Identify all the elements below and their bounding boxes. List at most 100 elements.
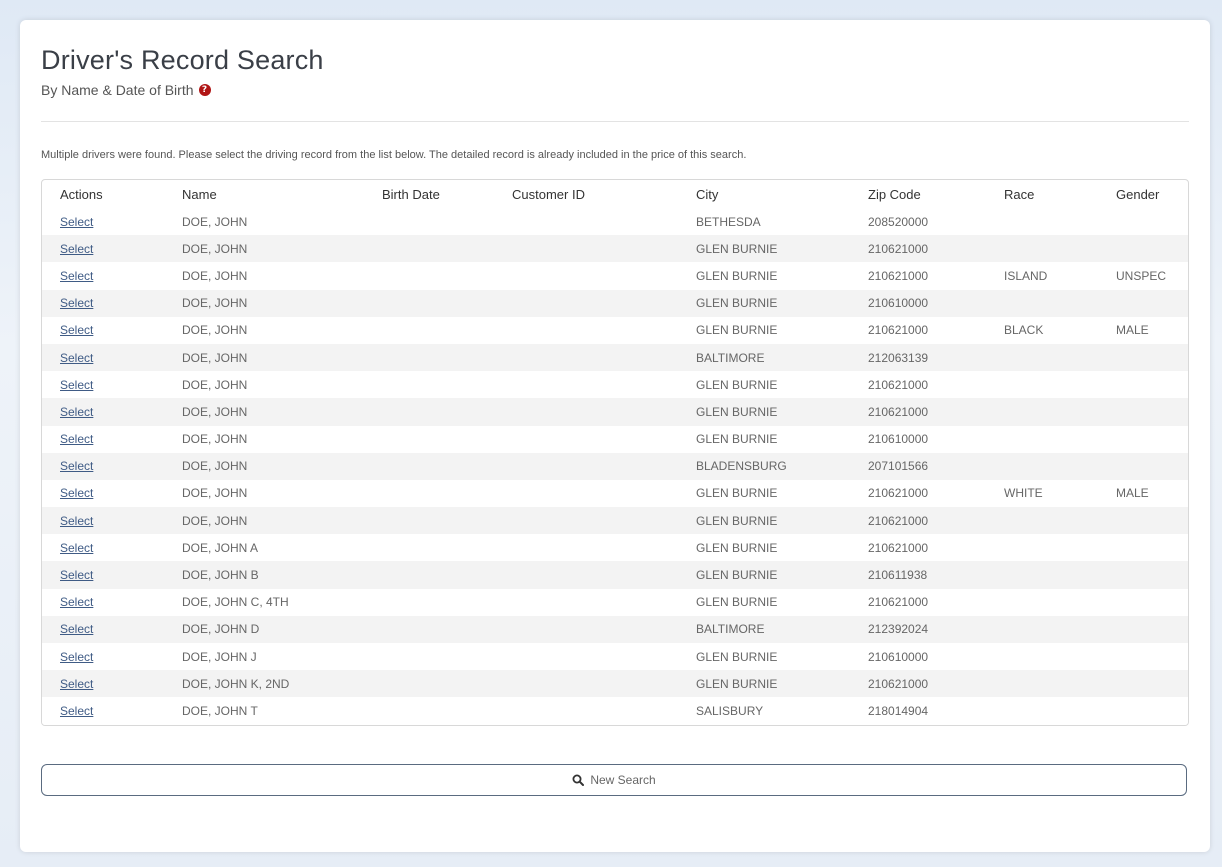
select-link[interactable]: Select	[60, 323, 93, 337]
cell-gender	[1116, 670, 1188, 697]
cell-gender	[1116, 589, 1188, 616]
table-row: Select DOE, JOHN GLEN BURNIE 210610000	[42, 289, 1188, 317]
select-link[interactable]: Select	[60, 432, 93, 446]
cell-city: GLEN BURNIE	[696, 540, 778, 555]
select-link[interactable]: Select	[60, 351, 93, 365]
cell-birth-date	[382, 262, 512, 289]
cell-actions: Select	[42, 616, 182, 643]
cell-customer-id	[512, 235, 696, 262]
select-link[interactable]: Select	[60, 650, 93, 664]
cell-city: GLEN BURNIE	[696, 649, 778, 664]
main-card: Driver's Record Search By Name & Date of…	[20, 20, 1210, 852]
select-link[interactable]: Select	[60, 541, 93, 555]
cell-name: DOE, JOHN	[182, 486, 248, 501]
cell-actions: Select	[42, 317, 182, 344]
cell-customer-id	[512, 643, 696, 670]
cell-birth-date	[382, 398, 512, 425]
header-actions: Actions	[60, 186, 103, 202]
cell-race	[1004, 453, 1116, 480]
header-zip-code: Zip Code	[868, 186, 921, 202]
cell-race: ISLAND	[1004, 268, 1048, 283]
cell-customer-id	[512, 589, 696, 616]
select-link[interactable]: Select	[60, 514, 93, 528]
cell-name: DOE, JOHN A	[182, 540, 259, 555]
cell-customer-id	[512, 208, 696, 235]
cell-zip-code: 210610000	[868, 432, 929, 447]
table-row: Select DOE, JOHN A GLEN BURNIE 210621000	[42, 534, 1188, 562]
table-row: Select DOE, JOHN GLEN BURNIE 210610000	[42, 425, 1188, 453]
cell-race	[1004, 534, 1116, 561]
table-row: Select DOE, JOHN GLEN BURNIE 210621000 BLACK…	[42, 316, 1188, 344]
cell-customer-id	[512, 290, 696, 317]
cell-zip-code: 210621000	[868, 241, 929, 256]
cell-gender	[1116, 398, 1188, 425]
cell-zip-code: 210621000	[868, 486, 929, 501]
cell-actions: Select	[42, 670, 182, 697]
cell-birth-date	[382, 426, 512, 453]
select-link[interactable]: Select	[60, 269, 93, 283]
cell-birth-date	[382, 697, 512, 724]
cell-name: DOE, JOHN	[182, 323, 248, 338]
search-icon	[572, 774, 585, 786]
cell-city: GLEN BURNIE	[696, 595, 778, 610]
cell-actions: Select	[42, 262, 182, 289]
cell-city: GLEN BURNIE	[696, 323, 778, 338]
cell-gender	[1116, 235, 1188, 262]
cell-zip-code: 212392024	[868, 622, 929, 637]
cell-zip-code: 210611938	[868, 568, 928, 583]
cell-gender	[1116, 561, 1188, 588]
cell-birth-date	[382, 371, 512, 398]
cell-birth-date	[382, 616, 512, 643]
cell-customer-id	[512, 534, 696, 561]
notice-text: Multiple drivers were found. Please sele…	[41, 149, 747, 161]
cell-zip-code: 210621000	[868, 676, 929, 691]
select-link[interactable]: Select	[60, 486, 93, 500]
cell-customer-id	[512, 371, 696, 398]
select-link[interactable]: Select	[60, 215, 93, 229]
cell-birth-date	[382, 235, 512, 262]
cell-gender: UNSPEC	[1116, 268, 1167, 283]
select-link[interactable]: Select	[60, 459, 93, 473]
table-row: Select DOE, JOHN T SALISBURY 218014904	[42, 697, 1188, 725]
cell-gender: MALE	[1116, 323, 1149, 338]
table-row: Select DOE, JOHN GLEN BURNIE 210621000	[42, 398, 1188, 426]
cell-gender	[1116, 426, 1188, 453]
table-row: Select DOE, JOHN J GLEN BURNIE 210610000	[42, 643, 1188, 671]
cell-actions: Select	[42, 589, 182, 616]
select-link[interactable]: Select	[60, 568, 93, 582]
cell-actions: Select	[42, 534, 182, 561]
cell-actions: Select	[42, 507, 182, 534]
cell-zip-code: 210621000	[868, 268, 929, 283]
select-link[interactable]: Select	[60, 242, 93, 256]
cell-city: GLEN BURNIE	[696, 241, 778, 256]
cell-gender	[1116, 208, 1188, 235]
cell-actions: Select	[42, 371, 182, 398]
select-link[interactable]: Select	[60, 378, 93, 392]
cell-zip-code: 207101566	[868, 459, 929, 474]
select-link[interactable]: Select	[60, 677, 93, 691]
cell-race	[1004, 235, 1116, 262]
cell-actions: Select	[42, 208, 182, 235]
cell-gender	[1116, 616, 1188, 643]
cell-customer-id	[512, 507, 696, 534]
cell-city: GLEN BURNIE	[696, 486, 778, 501]
cell-city: GLEN BURNIE	[696, 513, 778, 528]
question-circle-icon[interactable]: ?	[198, 84, 211, 96]
table-row: Select DOE, JOHN B GLEN BURNIE 210611938	[42, 561, 1188, 589]
cell-birth-date	[382, 208, 512, 235]
select-link[interactable]: Select	[60, 622, 93, 636]
new-search-button[interactable]: New Search	[41, 764, 1187, 796]
select-link[interactable]: Select	[60, 296, 93, 310]
table-row: Select DOE, JOHN GLEN BURNIE 210621000	[42, 235, 1188, 263]
table-header-row: Actions Name Birth Date Customer ID City…	[42, 180, 1188, 208]
table-row: Select DOE, JOHN D BALTIMORE 212392024	[42, 615, 1188, 643]
cell-customer-id	[512, 398, 696, 425]
select-link[interactable]: Select	[60, 704, 93, 718]
cell-birth-date	[382, 453, 512, 480]
cell-zip-code: 210621000	[868, 540, 929, 555]
cell-customer-id	[512, 344, 696, 371]
select-link[interactable]: Select	[60, 595, 93, 609]
cell-race	[1004, 643, 1116, 670]
select-link[interactable]: Select	[60, 405, 93, 419]
table-row: Select DOE, JOHN BETHESDA 208520000	[42, 208, 1188, 236]
